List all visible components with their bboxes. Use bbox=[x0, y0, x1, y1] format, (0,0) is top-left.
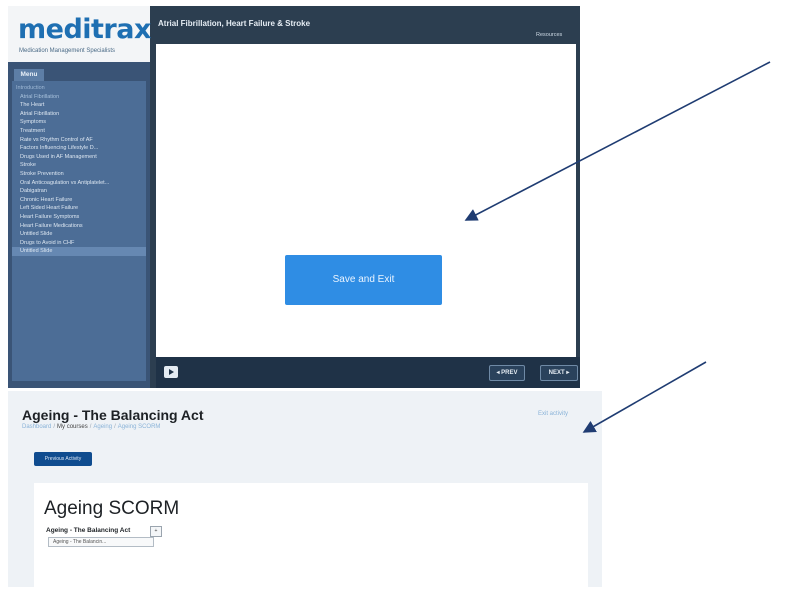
scorm-title: Ageing SCORM bbox=[44, 498, 180, 519]
slide-menu-item[interactable]: Treatment bbox=[12, 127, 146, 136]
arrow-to-exit-activity bbox=[582, 361, 707, 433]
previous-activity-button[interactable]: Previous Activity bbox=[34, 452, 92, 466]
slide-menu-item[interactable]: Oral Anticoagulation vs Antiplatelet... bbox=[12, 179, 146, 188]
toc-toggle-button[interactable]: + bbox=[150, 526, 162, 537]
slide-menu-item[interactable]: Factors Influencing Lifestyle D... bbox=[12, 144, 146, 153]
slide-menu-item[interactable]: Stroke bbox=[12, 161, 146, 170]
save-and-exit-button[interactable]: Save and Exit bbox=[285, 255, 442, 305]
menu-tab[interactable]: Menu bbox=[14, 69, 44, 81]
course-page: Ageing - The Balancing Act Dashboard / My … bbox=[8, 391, 602, 587]
slide-menu-item[interactable]: Dabigatran bbox=[12, 187, 146, 196]
slide-menu-item[interactable]: Heart Failure Symptoms bbox=[12, 213, 146, 222]
breadcrumb-ageing[interactable]: Ageing bbox=[93, 424, 112, 430]
player-sidebar: meditrax Medication Management Specialis… bbox=[8, 6, 151, 388]
resources-link[interactable]: Resources bbox=[536, 32, 562, 38]
slide-menu-list: Introduction Atrial Fibrillation The Heart… bbox=[12, 81, 146, 256]
slide-menu-item[interactable]: Drugs to Avoid in CHF bbox=[12, 239, 146, 248]
logo-wordmark: meditrax bbox=[18, 14, 151, 45]
breadcrumb-dashboard[interactable]: Dashboard bbox=[22, 424, 51, 430]
breadcrumb-my-courses[interactable]: My courses bbox=[57, 424, 88, 430]
slide-menu-item[interactable]: Atrial Fibrillation bbox=[12, 110, 146, 119]
next-button[interactable]: NEXT ▸ bbox=[540, 365, 578, 381]
slide-menu-item[interactable]: Chronic Heart Failure bbox=[12, 196, 146, 205]
slide-menu-item[interactable]: Untitled Slide bbox=[12, 230, 146, 239]
slide-menu-item[interactable]: Atrial Fibrillation bbox=[12, 93, 146, 102]
course-slide-title: Atrial Fibrillation, Heart Failure & Str… bbox=[158, 19, 311, 28]
player-footer: ◂ PREV NEXT ▸ bbox=[156, 357, 580, 388]
slide-menu-item-current[interactable]: Untitled Slide bbox=[12, 247, 146, 256]
slide-menu-item[interactable]: Heart Failure Medications bbox=[12, 222, 146, 231]
slide-menu-item[interactable]: Rate vs Rhythm Control of AF bbox=[12, 136, 146, 145]
prev-button[interactable]: ◂ PREV bbox=[489, 365, 525, 381]
slide-menu: Introduction Atrial Fibrillation The Heart… bbox=[12, 81, 146, 381]
toc-label: Ageing - The Balancing Act bbox=[46, 527, 131, 534]
slide-menu-item[interactable]: Introduction bbox=[12, 84, 146, 93]
breadcrumb: Dashboard / My courses / Ageing / Ageing SCORM bbox=[22, 424, 161, 430]
logo-tagline: Medication Management Specialists bbox=[19, 48, 116, 54]
course-title: Ageing - The Balancing Act bbox=[22, 407, 204, 423]
slide-menu-item[interactable]: Left Sided Heart Failure bbox=[12, 204, 146, 213]
slide-menu-item[interactable]: Symptoms bbox=[12, 118, 146, 127]
scorm-player-window: meditrax Medication Management Specialis… bbox=[8, 6, 580, 388]
breadcrumb-ageing-scorm[interactable]: Ageing SCORM bbox=[118, 424, 161, 430]
slide-menu-item[interactable]: Stroke Prevention bbox=[12, 170, 146, 179]
scorm-activity-card: Ageing SCORM Ageing - The Balancing Act … bbox=[34, 483, 588, 587]
toc-select[interactable]: Ageing - The Balancin... bbox=[48, 537, 154, 547]
exit-activity-link[interactable]: Exit activity bbox=[538, 411, 568, 417]
slide-menu-item[interactable]: The Heart bbox=[12, 101, 146, 110]
slide-menu-item[interactable]: Drugs Used in AF Management bbox=[12, 153, 146, 162]
logo: meditrax Medication Management Specialis… bbox=[8, 6, 151, 62]
slide-content: Save and Exit bbox=[156, 44, 576, 357]
play-icon[interactable] bbox=[164, 366, 178, 378]
